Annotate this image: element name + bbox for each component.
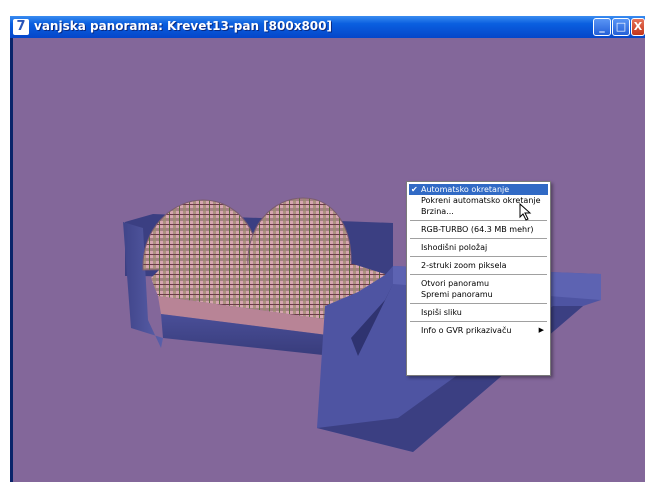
menu-item-otvori-panoramu[interactable]: Otvori panoramu: [409, 278, 548, 289]
menu-item-2-struki-zoom-piksela[interactable]: 2-struki zoom piksela: [409, 260, 548, 271]
menu-item-ispi-i-sliku[interactable]: Ispiši sliku: [409, 307, 548, 318]
title-bar[interactable]: 7 vanjska panorama: Krevet13-pan [800x80…: [10, 16, 645, 38]
menu-item-label: Otvori panoramu: [421, 279, 490, 288]
checkmark-icon: ✔: [411, 185, 418, 194]
menu-item-label: 2-struki zoom piksela: [421, 261, 507, 270]
menu-item-rgb-turbo-64-3-mb-mehr[interactable]: RGB-TURBO (64.3 MB mehr): [409, 224, 548, 235]
menu-item-label: Ishodišni položaj: [421, 243, 488, 252]
close-icon: X: [633, 20, 643, 33]
app-icon[interactable]: 7: [13, 19, 29, 35]
menu-item-label: Automatsko okretanje: [421, 185, 510, 194]
panorama-window: 7 vanjska panorama: Krevet13-pan [800x80…: [10, 16, 645, 482]
menu-item-label: Brzina...: [421, 207, 454, 216]
menu-separator: [410, 321, 547, 322]
menu-item-spremi-panoramu[interactable]: Spremi panoramu: [409, 289, 548, 300]
menu-separator: [410, 274, 547, 275]
maximize-icon: □: [615, 20, 627, 33]
panorama-viewport[interactable]: ✔ Automatsko okretanje Pokreni automatsko …: [13, 38, 645, 482]
menu-separator: [410, 303, 547, 304]
maximize-button[interactable]: □: [612, 18, 630, 36]
menu-item-ishodi-ni-polo-aj[interactable]: Ishodišni položaj: [409, 242, 548, 253]
menu-item-automatsko-okretanje[interactable]: ✔ Automatsko okretanje: [409, 184, 548, 195]
menu-separator: [410, 238, 547, 239]
close-button[interactable]: X: [631, 18, 645, 36]
menu-item-label: Ispiši sliku: [421, 308, 462, 317]
window-title: vanjska panorama: Krevet13-pan [800x800]: [34, 19, 332, 33]
submenu-arrow-icon: ▶: [538, 326, 544, 334]
menu-item-label: Info o GVR prikazivaču: [421, 326, 512, 335]
menu-item-label: Spremi panoramu: [421, 290, 493, 299]
minimize-icon: _: [599, 20, 605, 33]
menu-separator: [410, 256, 547, 257]
menu-item-info-o-gvr-prikaziva-u[interactable]: Info o GVR prikazivaču ▶: [409, 325, 548, 336]
mouse-cursor-icon: [519, 203, 532, 221]
minimize-button[interactable]: _: [593, 18, 611, 36]
menu-item-label: RGB-TURBO (64.3 MB mehr): [421, 225, 534, 234]
